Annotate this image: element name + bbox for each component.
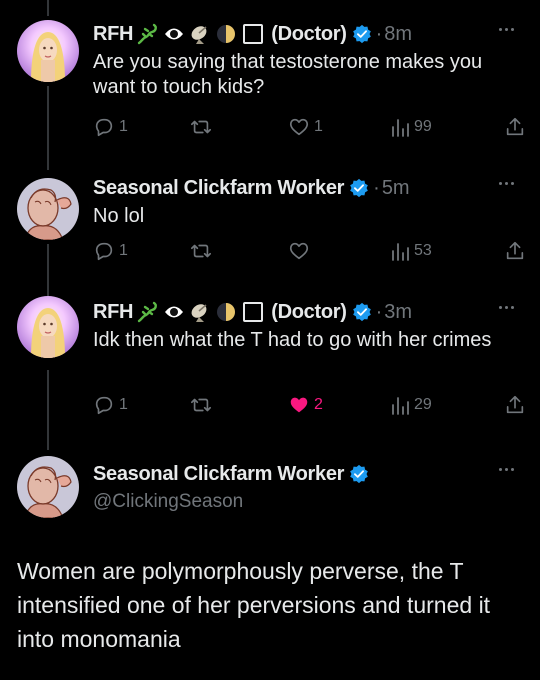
verified-badge-icon[interactable]: [352, 302, 372, 322]
verified-badge-icon[interactable]: [349, 464, 369, 484]
retweet-button[interactable]: [189, 116, 217, 138]
reply-icon: [95, 242, 113, 261]
eye-icon: [163, 23, 185, 45]
retweet-icon: [191, 398, 211, 412]
tweet[interactable]: Seasonal Clickfarm Worker · 5m No lol 1 …: [0, 168, 540, 296]
heart-icon: [289, 242, 309, 260]
tweet-text: No lol: [93, 205, 145, 227]
reply-count: 1: [119, 396, 128, 413]
action-bar: 1 2 29: [93, 394, 526, 418]
avatar-seasonal-clickfarm-worker[interactable]: [17, 178, 79, 240]
view-count: 53: [414, 242, 432, 259]
verified-badge-icon[interactable]: [349, 178, 369, 198]
separator: ·: [373, 176, 380, 199]
views-chart-icon: [392, 397, 409, 415]
views-chart-icon: [392, 243, 409, 261]
share-button[interactable]: [504, 240, 526, 262]
reply-count: 1: [119, 118, 128, 135]
tweet-header: RFH (Doctor) · 3m: [93, 298, 526, 326]
timestamp[interactable]: 5m: [382, 177, 410, 200]
separator: ·: [375, 22, 383, 45]
tweet-text: Idk then what the T had to go with her c…: [93, 329, 492, 351]
avatar-goddess-image: [17, 296, 79, 358]
views-button[interactable]: 53: [390, 240, 432, 262]
action-bar: 1 53: [93, 240, 526, 264]
share-button[interactable]: [504, 394, 526, 416]
like-button[interactable]: [288, 240, 314, 262]
title-suffix: (Doctor): [271, 22, 347, 45]
moon-icon: [215, 23, 237, 45]
timestamp[interactable]: 3m: [384, 301, 412, 324]
lizard-icon: [137, 23, 159, 45]
like-count: 1: [314, 118, 323, 135]
more-options-icon[interactable]: [499, 28, 514, 31]
avatar-sketch-image: [17, 178, 79, 240]
tweet[interactable]: RFH (Doctor) · 8m Are you saying that te…: [0, 0, 540, 168]
views-button[interactable]: 99: [390, 116, 432, 138]
retweet-icon: [191, 120, 211, 134]
avatar-seasonal-clickfarm-worker[interactable]: [17, 456, 79, 518]
views-button[interactable]: 29: [390, 394, 432, 416]
action-bar: 1 1 99: [93, 116, 526, 140]
main-tweet-text: Women are polymorphously perverse, the T…: [17, 558, 491, 652]
more-options-icon[interactable]: [499, 468, 514, 471]
share-button[interactable]: [504, 116, 526, 138]
heart-filled-icon: [290, 397, 308, 413]
reply-button[interactable]: 1: [93, 240, 128, 262]
black-square-icon: [241, 301, 265, 323]
tweet-header: Seasonal Clickfarm Worker: [93, 460, 526, 488]
satellite-dish-icon: [189, 301, 211, 323]
satellite-dish-icon: [189, 23, 211, 45]
views-chart-icon: [392, 119, 409, 137]
black-square-icon: [241, 23, 265, 45]
view-count: 99: [414, 118, 432, 135]
retweet-button[interactable]: [189, 240, 217, 262]
like-count: 2: [314, 396, 323, 413]
tweet-text: Are you saying that testosterone makes y…: [93, 51, 483, 98]
retweet-button[interactable]: [189, 394, 217, 416]
like-button[interactable]: 1: [288, 116, 323, 138]
more-options-icon[interactable]: [499, 182, 514, 185]
display-name[interactable]: RFH: [93, 301, 134, 324]
title-suffix: (Doctor): [271, 300, 347, 323]
retweet-icon: [191, 244, 211, 258]
lizard-icon: [137, 301, 159, 323]
like-button[interactable]: 2: [288, 394, 323, 416]
share-icon: [506, 395, 524, 414]
tweet[interactable]: RFH (Doctor) · 3m Idk then what the T ha…: [0, 296, 540, 450]
reply-button[interactable]: 1: [93, 394, 128, 416]
tweet-header: RFH (Doctor) · 8m: [93, 20, 526, 48]
eye-icon: [163, 301, 185, 323]
reply-button[interactable]: 1: [93, 116, 128, 138]
reply-icon: [95, 118, 113, 137]
share-icon: [506, 117, 524, 136]
avatar-sketch-image: [17, 456, 79, 518]
avatar-goddess-image: [17, 20, 79, 82]
tweet-header: Seasonal Clickfarm Worker · 5m: [93, 174, 526, 202]
view-count: 29: [414, 396, 432, 413]
reply-count: 1: [119, 242, 128, 259]
heart-icon: [289, 118, 309, 136]
avatar-rfh[interactable]: [17, 20, 79, 82]
moon-icon: [215, 301, 237, 323]
avatar-rfh[interactable]: [17, 296, 79, 358]
display-name[interactable]: Seasonal Clickfarm Worker: [93, 177, 344, 200]
more-options-icon[interactable]: [499, 306, 514, 309]
user-handle[interactable]: @ClickingSeason: [93, 491, 526, 513]
display-name[interactable]: Seasonal Clickfarm Worker: [93, 463, 344, 486]
share-icon: [506, 241, 524, 260]
reply-icon: [95, 396, 113, 415]
display-name[interactable]: RFH: [93, 23, 134, 46]
timestamp[interactable]: 8m: [384, 23, 412, 46]
separator: ·: [375, 300, 383, 323]
verified-badge-icon[interactable]: [352, 24, 372, 44]
